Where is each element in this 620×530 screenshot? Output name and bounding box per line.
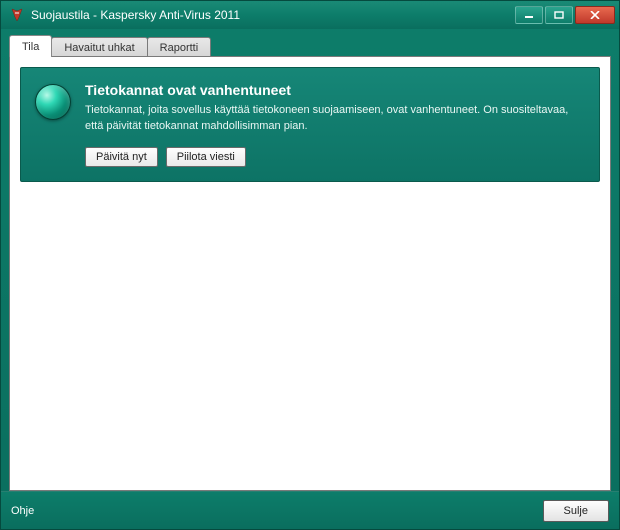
help-link[interactable]: Ohje: [11, 505, 543, 517]
tab-label: Raportti: [160, 42, 199, 54]
titlebar[interactable]: Suojaustila - Kaspersky Anti-Virus 2011: [1, 1, 619, 29]
alert-buttons: Päivitä nyt Piilota viesti: [85, 147, 583, 167]
alert-heading: Tietokannat ovat vanhentuneet: [85, 82, 583, 98]
content-area: Tila Havaitut uhkat Raportti Tietokannat…: [9, 35, 611, 491]
tabs-row: Tila Havaitut uhkat Raportti: [9, 35, 611, 57]
alert-body: Tietokannat, joita sovellus käyttää tiet…: [85, 103, 583, 135]
app-window: Suojaustila - Kaspersky Anti-Virus 2011 …: [0, 0, 620, 530]
app-icon: [9, 7, 25, 23]
close-window-button[interactable]: [575, 6, 615, 24]
alert-box: Tietokannat ovat vanhentuneet Tietokanna…: [20, 67, 600, 182]
footer: Ohje Sulje: [1, 491, 619, 529]
status-orb-icon: [35, 84, 71, 120]
hide-message-button[interactable]: Piilota viesti: [166, 147, 246, 167]
tab-label: Havaitut uhkat: [64, 42, 134, 54]
tab-label: Tila: [22, 41, 39, 53]
tab-detected-threats[interactable]: Havaitut uhkat: [51, 37, 147, 57]
close-button[interactable]: Sulje: [543, 500, 609, 522]
alert-text: Tietokannat ovat vanhentuneet Tietokanna…: [85, 82, 583, 167]
minimize-button[interactable]: [515, 6, 543, 24]
update-now-button[interactable]: Päivitä nyt: [85, 147, 158, 167]
window-controls: [515, 6, 615, 24]
tab-status[interactable]: Tila: [9, 35, 52, 57]
maximize-button[interactable]: [545, 6, 573, 24]
tab-report[interactable]: Raportti: [147, 37, 212, 57]
tab-panel: Tietokannat ovat vanhentuneet Tietokanna…: [9, 56, 611, 491]
window-title: Suojaustila - Kaspersky Anti-Virus 2011: [31, 8, 515, 22]
